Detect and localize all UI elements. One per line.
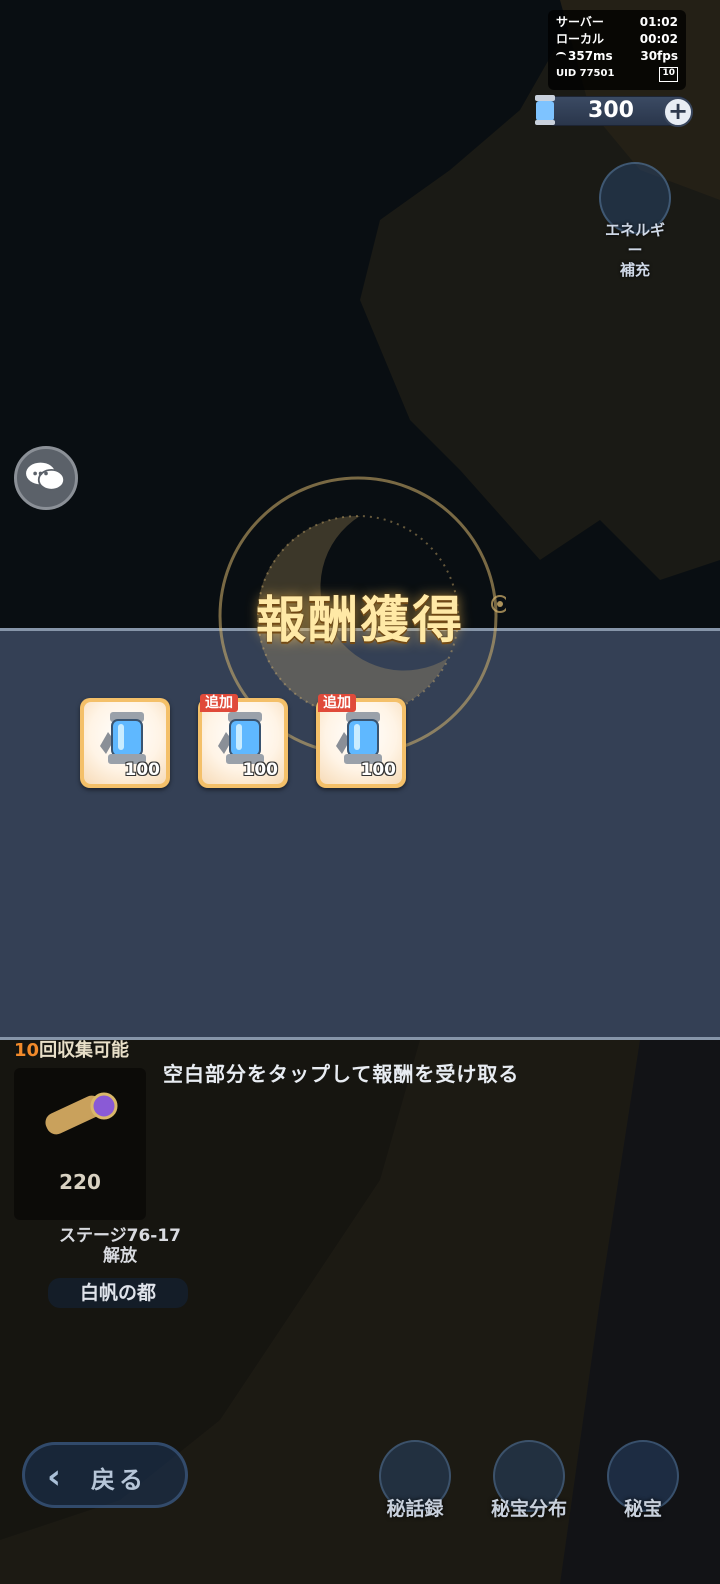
treasure-distribution-label: 秘宝分布 [490,1498,567,1520]
collect-label-text: 回収集可能 [39,1040,130,1061]
status-badge: 10 [659,67,678,82]
refill-label: エネルギー 補充 [604,221,665,279]
uid: UID 77501 [556,68,615,79]
item-quantity: 100 [242,760,279,780]
chat-button[interactable] [14,446,78,510]
item-quantity: 100 [124,760,161,780]
treasure-label: 秘宝 [623,1498,662,1520]
energy-counter: 300 + [535,95,693,127]
collect-price: 220 [59,1170,101,1194]
server-time: 01:02 [639,15,678,29]
collect-count: 10 [14,1040,40,1061]
ping: 357ms [568,49,613,63]
treasure-button[interactable]: 秘宝 [598,1440,688,1521]
reward-items: 100 100 追加 100 追加 [80,694,406,788]
local-label: ローカル [556,32,605,46]
status-box: サーバー 01:02 ローカル 00:02 357ms 30fps UID 77501… [548,10,686,90]
item-quantity: 100 [360,760,397,780]
server-label: サーバー [556,15,604,29]
collect-card[interactable]: 220 [14,1068,146,1220]
back-button[interactable]: ‹ 戻る [22,1442,188,1508]
fps: 30fps [640,49,678,63]
bonus-tag: 追加 [200,694,238,712]
reward-item[interactable]: 100 [80,698,170,788]
stage-unlock-label: ステージ76-17 解放 [58,1226,182,1266]
wifi-icon [556,52,566,60]
energy-jar-icon [535,95,555,125]
tap-hint: 空白部分をタップして報酬を受け取る [163,1062,520,1086]
city-name[interactable]: 白帆の都 [48,1278,188,1308]
scroll-telescope-icon [45,1092,118,1135]
secret-story-label: 秘話録 [386,1498,444,1520]
chat-icon [26,462,66,491]
reward-item[interactable]: 100 追加 [198,694,288,788]
secret-story-button[interactable]: 秘話録 [370,1440,460,1521]
local-time: 00:02 [639,32,678,46]
energy-plus-button[interactable]: + [663,97,693,127]
reward-title: 報酬獲得 [256,591,464,649]
collect-count-label: 10回収集可能 [14,1036,129,1062]
energy-refill-button[interactable]: エネルギー 補充 [598,162,672,280]
treasure-distribution-button[interactable]: 秘宝分布 [484,1440,574,1521]
bonus-tag: 追加 [318,694,356,712]
energy-value: 300 [588,98,634,123]
back-label: 戻る [91,1466,147,1494]
reward-item[interactable]: 100 追加 [316,694,406,788]
back-chevron-icon: ‹ [47,1457,62,1497]
